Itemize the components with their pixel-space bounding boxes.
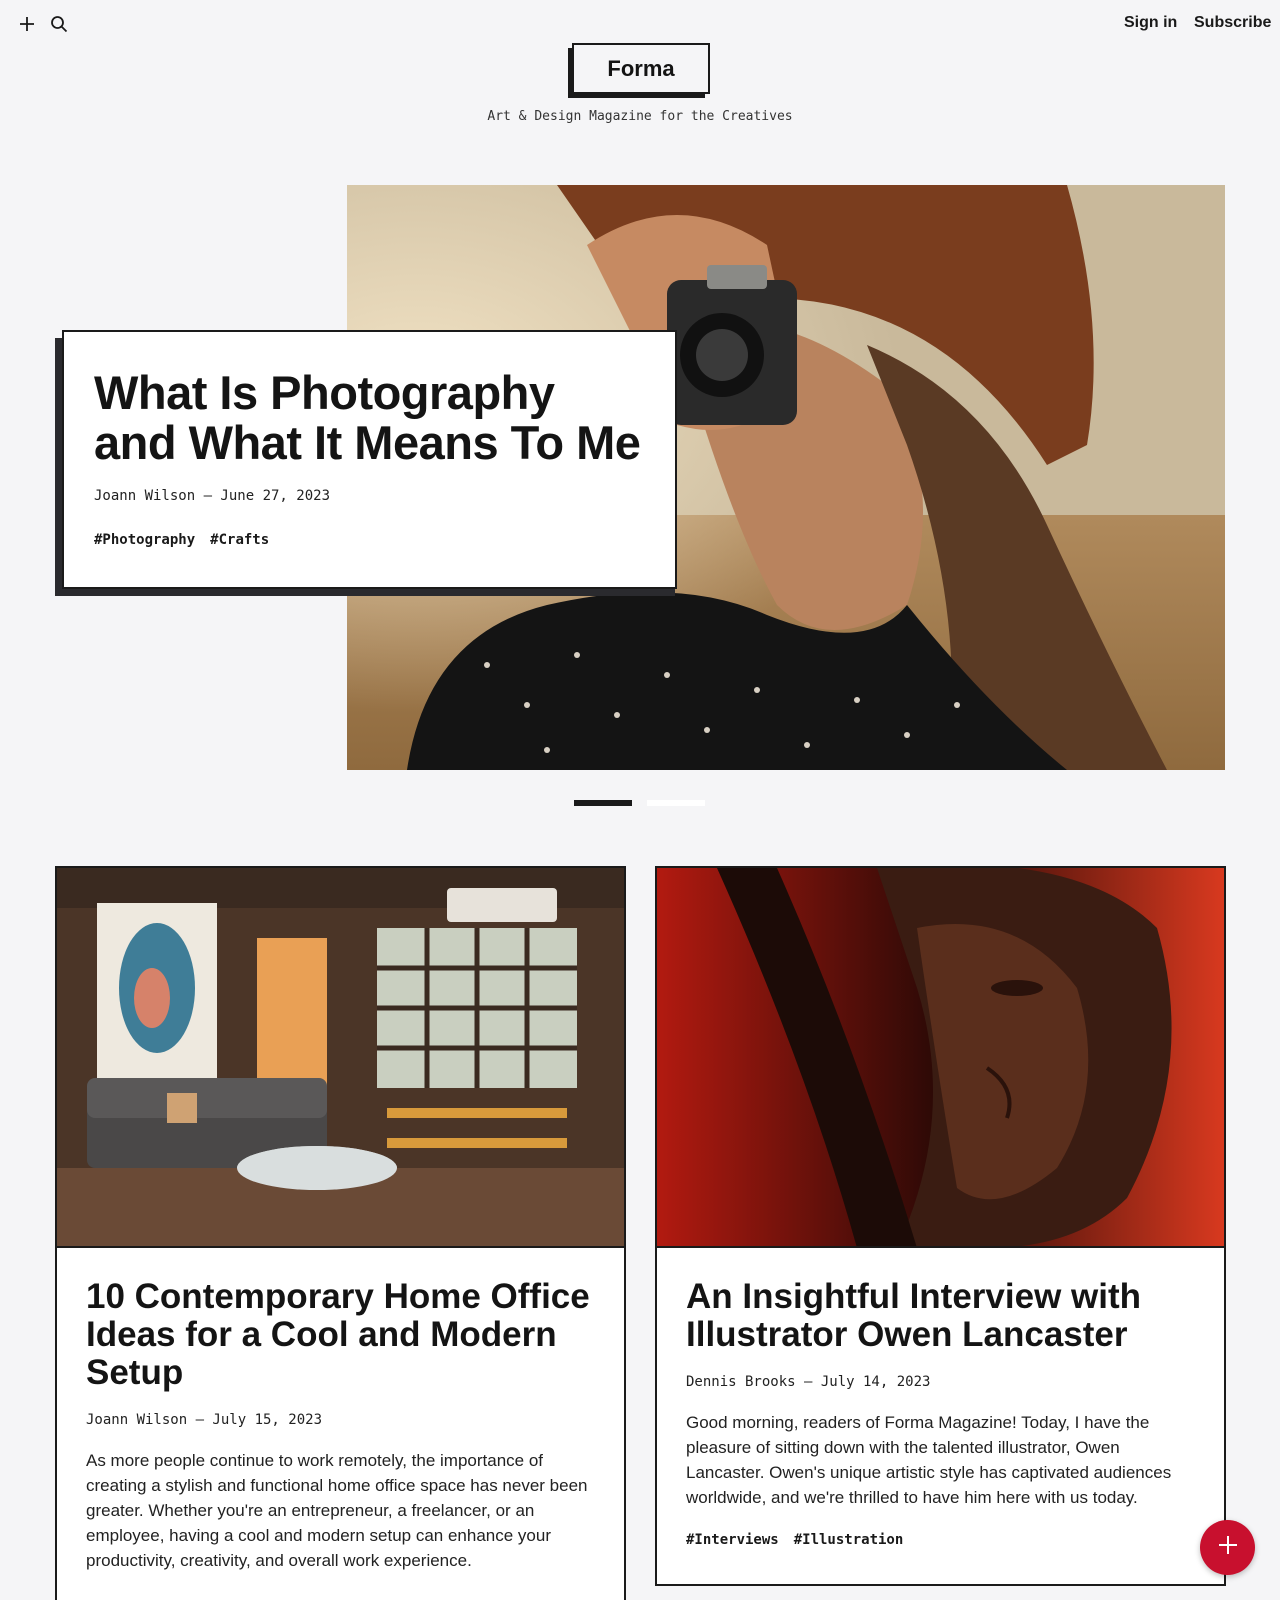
card-body: 10 Contemporary Home Office Ideas for a … <box>57 1248 624 1573</box>
sign-in-link[interactable]: Sign in <box>1124 14 1177 32</box>
card-meta: Joann Wilson — July 15, 2023 <box>86 1412 323 1428</box>
plus-icon <box>1217 1534 1239 1561</box>
subscribe-link[interactable]: Subscribe <box>1194 14 1271 32</box>
card-tags: #Interviews #Illustration <box>686 1532 1195 1548</box>
site-tagline: Art & Design Magazine for the Creatives <box>487 109 793 124</box>
article-card-interview[interactable]: An Insightful Interview with Illustrator… <box>655 866 1226 1586</box>
card-title[interactable]: 10 Contemporary Home Office Ideas for a … <box>86 1278 595 1392</box>
card-title[interactable]: An Insightful Interview with Illustrator… <box>686 1278 1195 1354</box>
hero-tags: #Photography #Crafts <box>94 532 645 548</box>
plus-icon[interactable] <box>15 12 39 36</box>
search-icon[interactable] <box>47 12 71 36</box>
hero-card[interactable]: What Is Photography and What It Means To… <box>62 330 677 589</box>
article-card-home-office[interactable]: 10 Contemporary Home Office Ideas for a … <box>55 866 626 1600</box>
card-excerpt: As more people continue to work remotely… <box>86 1451 588 1570</box>
tag-crafts[interactable]: #Crafts <box>210 532 269 548</box>
card-excerpt: Good morning, readers of Forma Magazine!… <box>686 1413 1172 1507</box>
card-meta: Dennis Brooks — July 14, 2023 <box>686 1374 931 1390</box>
tag-illustration[interactable]: #Illustration <box>794 1532 904 1548</box>
top-bar: Sign in Subscribe <box>0 0 1280 48</box>
logo-text[interactable]: Forma <box>572 43 710 94</box>
interview-portrait-image[interactable] <box>657 868 1224 1248</box>
hero-title[interactable]: What Is Photography and What It Means To… <box>94 368 645 468</box>
home-office-image[interactable] <box>57 868 624 1248</box>
site-logo[interactable]: Forma <box>568 43 710 98</box>
tag-photography[interactable]: #Photography <box>94 532 195 548</box>
slider-dot-2[interactable] <box>647 800 705 806</box>
tag-interviews[interactable]: #Interviews <box>686 1532 779 1548</box>
slider-dot-1-active[interactable] <box>574 800 632 806</box>
hero-meta: Joann Wilson — June 27, 2023 <box>94 488 331 504</box>
card-body: An Insightful Interview with Illustrator… <box>657 1248 1224 1549</box>
floating-add-button[interactable] <box>1200 1520 1255 1575</box>
